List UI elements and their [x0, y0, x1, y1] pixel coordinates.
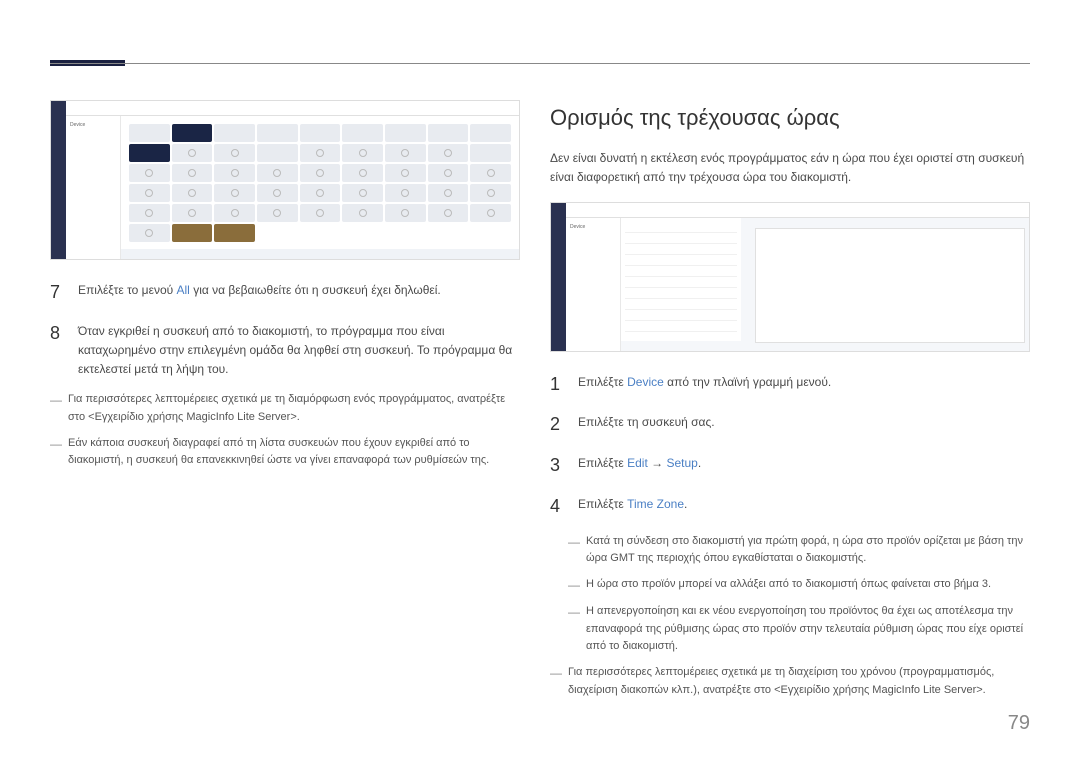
thumbnail-grid — [125, 120, 515, 246]
dash-icon: ― — [550, 664, 568, 699]
screenshot-header — [66, 101, 519, 116]
step-3: 3 Επιλέξτε Edit → Setup. — [550, 451, 1030, 480]
step-text: Επιλέξτε Edit → Setup. — [578, 451, 701, 480]
note-2: ― Εάν κάποια συσκευή διαγραφεί από τη λί… — [50, 435, 520, 470]
left-column: Device 7 Επιλέξτε το μενού All για να βε… — [50, 100, 520, 478]
note-r1: ―Κατά τη σύνδεση στο διακομιστή για πρώτ… — [568, 533, 1030, 568]
screenshot-main-area — [121, 116, 519, 249]
step-7: 7 Επιλέξτε το μενού All για να βεβαιωθεί… — [50, 278, 520, 307]
dash-icon: ― — [568, 576, 586, 595]
screenshot-sidebar — [51, 101, 66, 259]
step-number: 8 — [50, 319, 78, 380]
nav-title: Device — [570, 222, 616, 232]
all-link: All — [177, 283, 190, 297]
step-text: Επιλέξτε το μενού All για να βεβαιωθείτε… — [78, 278, 441, 307]
device-link: Device — [627, 375, 664, 389]
header-divider — [50, 63, 1030, 64]
step-2: 2 Επιλέξτε τη συσκευή σας. — [550, 410, 1030, 439]
dash-icon: ― — [50, 435, 68, 470]
step-4: 4 Επιλέξτε Time Zone. — [550, 492, 1030, 521]
step-8: 8 Όταν εγκριθεί η συσκευή από το διακομι… — [50, 319, 520, 380]
step-number: 3 — [550, 451, 578, 480]
step-1: 1 Επιλέξτε Device από την πλαϊνή γραμμή … — [550, 370, 1030, 399]
dash-icon: ― — [50, 391, 68, 426]
step-text: Επιλέξτε Time Zone. — [578, 492, 687, 521]
screenshot-header — [566, 203, 1029, 218]
step-number: 2 — [550, 410, 578, 439]
note-r2: ―Η ώρα στο προϊόν μπορεί να αλλάξει από … — [568, 576, 1030, 595]
section-heading: Ορισμός της τρέχουσας ώρας — [550, 100, 1030, 135]
timezone-link: Time Zone — [627, 497, 684, 511]
dash-icon: ― — [568, 603, 586, 656]
step-text: Επιλέξτε Device από την πλαϊνή γραμμή με… — [578, 370, 831, 399]
setup-panel — [755, 228, 1025, 343]
step-number: 7 — [50, 278, 78, 307]
page-number: 79 — [1008, 707, 1030, 739]
screenshot-nav-panel: Device — [566, 218, 621, 351]
screenshot-nav-panel: Device — [66, 116, 121, 259]
step-number: 4 — [550, 492, 578, 521]
right-column: Ορισμός της τρέχουσας ώρας Δεν είναι δυν… — [550, 100, 1030, 707]
step-number: 1 — [550, 370, 578, 399]
note-1: ― Για περισσότερες λεπτομέρειες σχετικά … — [50, 391, 520, 426]
screenshot-device-grid: Device — [50, 100, 520, 260]
device-list — [621, 218, 741, 341]
edit-link: Edit — [627, 456, 648, 470]
screenshot-device-setup: Device — [550, 202, 1030, 352]
setup-link: Setup — [666, 456, 697, 470]
section-intro: Δεν είναι δυνατή η εκτέλεση ενός προγράμ… — [550, 149, 1030, 187]
screenshot-sidebar — [551, 203, 566, 351]
note-r3: ―Η απενεργοποίηση και εκ νέου ενεργοποίη… — [568, 603, 1030, 656]
dash-icon: ― — [568, 533, 586, 568]
note-r4: ―Για περισσότερες λεπτομέρειες σχετικά μ… — [550, 664, 1030, 699]
step-text: Όταν εγκριθεί η συσκευή από το διακομιστ… — [78, 319, 520, 380]
nav-title: Device — [70, 120, 116, 130]
